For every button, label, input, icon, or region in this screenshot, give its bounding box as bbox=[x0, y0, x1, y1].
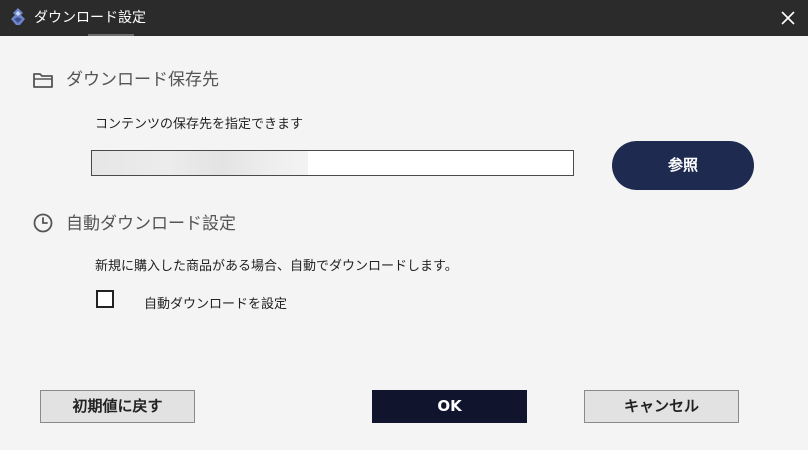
auto-download-description: 新規に購入した商品がある場合、自動でダウンロードします。 bbox=[95, 259, 458, 274]
window-title: ダウンロード設定 bbox=[34, 10, 146, 26]
reset-defaults-button[interactable]: 初期値に戻す bbox=[40, 390, 195, 423]
save-path-redacted bbox=[92, 151, 308, 175]
download-location-description: コンテンツの保存先を指定できます bbox=[95, 117, 304, 132]
save-path-input[interactable] bbox=[308, 151, 573, 175]
title-bar[interactable]: ダウンロード設定 bbox=[0, 0, 808, 36]
title-bar-accent-line bbox=[88, 34, 134, 36]
app-logo-icon bbox=[11, 8, 25, 25]
close-button[interactable] bbox=[774, 4, 802, 32]
ok-button[interactable]: OK bbox=[372, 390, 527, 423]
auto-download-checkbox-label[interactable]: 自動ダウンロードを設定 bbox=[144, 296, 287, 314]
download-settings-dialog: ダウンロード設定 ダウンロード保存先 コンテンツの保存先を指定できます 参照 自… bbox=[0, 0, 808, 450]
folder-icon bbox=[33, 73, 53, 88]
auto-download-checkbox[interactable] bbox=[96, 290, 114, 308]
auto-download-heading: 自動ダウンロード設定 bbox=[66, 214, 236, 234]
save-path-field[interactable] bbox=[91, 150, 574, 176]
close-icon bbox=[781, 11, 795, 25]
clock-icon bbox=[33, 213, 53, 233]
download-location-heading: ダウンロード保存先 bbox=[66, 70, 219, 90]
cancel-button[interactable]: キャンセル bbox=[584, 390, 739, 423]
browse-button[interactable]: 参照 bbox=[612, 141, 754, 190]
